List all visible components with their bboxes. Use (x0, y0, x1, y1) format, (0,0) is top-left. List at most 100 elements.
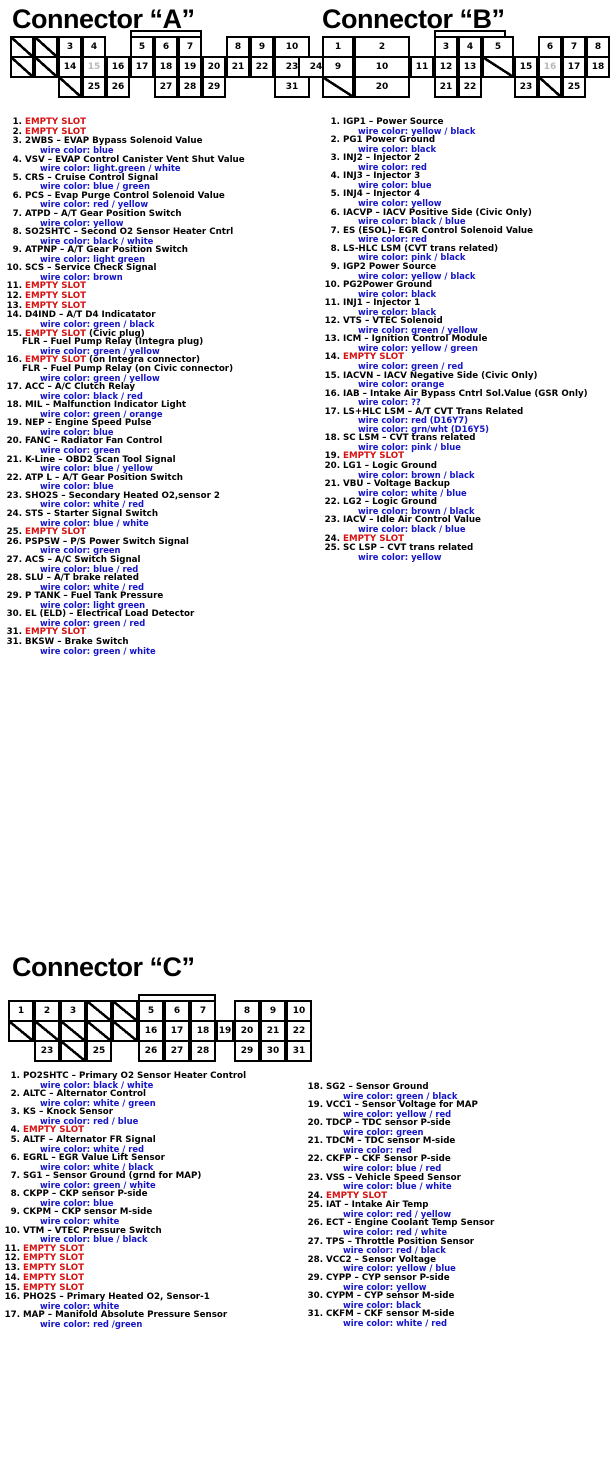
pin-entry: 19. EMPTY SLOT (318, 452, 616, 461)
pin-number: 13. (6, 300, 22, 311)
pin-wire-color: wire color: green / yellow (40, 345, 160, 356)
pin-cell-17: 17 (130, 56, 154, 78)
pin-cell-27: 27 (154, 76, 178, 98)
connector-c-title: Connector “C” (12, 952, 195, 982)
pin-entry: 16. EMPTY SLOT (on Integra connector) FLR… (0, 356, 310, 382)
pin-wire-color: wire color: red / white (343, 1227, 448, 1238)
pin-cell-5: 5 (130, 36, 154, 58)
pin-entry: 23. IACV – Idle Air Control Value wire co… (318, 516, 616, 533)
pin-number: 3. (330, 153, 340, 164)
connector-c-pin-list-left: 1. PO2SHTC – Primary O2 Sensor Heater Co… (0, 1072, 300, 1329)
pin-cell-blank (34, 36, 58, 58)
pin-cell-blank (60, 1040, 86, 1062)
pin-cell-18: 18 (154, 56, 178, 78)
pin-wire-color: wire color: pink / blue (358, 441, 461, 452)
connector-b-pin-grid: 1 2 3 4 5 6 7 8 9 10 11 12 13 15 16 17 18 20 21 22 23 25 (322, 30, 612, 102)
pin-cell-28: 28 (178, 76, 202, 98)
pin-entry: 10. SCS – Service Check Signal wire color… (0, 264, 310, 281)
pin-empty-label: EMPTY SLOT (340, 533, 405, 544)
pin-entry: 3. KS – Knock Sensor wire color: red / bl… (0, 1108, 300, 1125)
pin-wire-color: wire color: blue / green (40, 181, 150, 192)
pin-entry: 28. VCC2 – Sensor Voltage wire color: yel… (303, 1254, 616, 1272)
connector-c-pin-grid: 1 2 3 5 6 7 8 9 10 16 17 18 19 20 21 22 23 25 26 27 28 29 30 31 (8, 994, 312, 1066)
pin-number: 22. (6, 472, 22, 483)
pin-wire-color: wire color: red (343, 1145, 412, 1156)
pin-number: 10. (4, 1225, 20, 1236)
pin-number: 8. (10, 1189, 20, 1200)
pin-wire-color: wire color: light green (40, 599, 146, 610)
pin-empty-label: EMPTY SLOT (20, 1243, 85, 1254)
pin-empty-label: EMPTY SLOT (20, 1253, 85, 1264)
pin-cell-3: 3 (58, 36, 82, 58)
pin-number: 12. (324, 316, 340, 327)
pin-entry: 30. EL (ELD) – Electrical Load Detector w… (0, 610, 310, 627)
pin-wire-color: wire color: light green (40, 253, 146, 264)
pin-number: 2. (10, 1089, 20, 1100)
pin-cell-12: 12 (434, 56, 458, 78)
pin-number: 21. (6, 454, 22, 465)
pin-cell-blank (112, 1020, 138, 1042)
pin-number: 22. (307, 1154, 323, 1165)
pin-entry: 25. IAT – Intake Air Temp wire color: red… (303, 1201, 616, 1218)
pin-number: 27. (6, 554, 22, 565)
pin-cell-3: 3 (60, 1000, 86, 1022)
pin-number: 24. (307, 1190, 323, 1201)
pin-wire-color: wire color: yellow (358, 551, 442, 562)
pin-number: 23. (307, 1172, 323, 1183)
pin-number: 17. (4, 1310, 20, 1321)
pin-number: 8. (330, 243, 340, 254)
pin-entry: 31. BKSW – Brake Switch wire color: green… (0, 638, 310, 655)
pin-wire-color: wire color: yellow (343, 1281, 427, 1292)
pin-main-line: 24. EMPTY SLOT (303, 1190, 616, 1201)
pin-cell-blank (10, 56, 34, 78)
pin-cell-blank (86, 1000, 112, 1022)
pin-wire-color: wire color: red (358, 161, 427, 172)
pin-number: 28. (307, 1254, 323, 1265)
pin-entry: 4. INJ3 – Injector 3 wire color: blue (318, 172, 616, 189)
pin-wire-color: wire color: green (40, 545, 121, 556)
pin-wire-color: wire color: red /green (40, 1319, 143, 1330)
pin-cell-blank (112, 1000, 138, 1022)
pin-entry: 1. EMPTY SLOT (0, 118, 310, 127)
pin-entry: 3. INJ2 – Injector 2 wire color: red (318, 154, 616, 171)
pin-main-line: 12. EMPTY SLOT (0, 1254, 300, 1263)
pin-cell-20: 20 (354, 76, 410, 98)
pin-cell-1: 1 (322, 36, 354, 58)
pin-cell-blank (538, 76, 562, 98)
pin-entry: 24. EMPTY SLOT (318, 533, 616, 544)
pin-entry: 5. ALTF – Alternator FR Signal wire color… (0, 1136, 300, 1153)
pin-entry: 9. CKPM – CKP sensor M-side wire color: w… (0, 1208, 300, 1225)
pin-cell-blank (58, 76, 82, 98)
pin-number: 12. (6, 290, 22, 301)
pin-wire-color: wire color: blue (40, 1198, 114, 1209)
pin-cell-blank (34, 56, 58, 78)
pin-wire-color: wire color: yellow / black (358, 270, 476, 281)
pin-entry: 5. CRS – Cruise Control Signal wire color… (0, 173, 310, 192)
pin-number: 11. (6, 281, 22, 292)
pin-entry: 17. LS+HLC LSM – A/T CVT Trans Related wi… (318, 407, 616, 433)
pin-entry: 7. ES (ESOL)– EGR Control Solenoid Value… (318, 226, 616, 243)
pin-cell-20: 20 (234, 1020, 260, 1042)
pin-empty-label: EMPTY SLOT (323, 1190, 388, 1201)
pin-cell-9: 9 (250, 36, 274, 58)
pin-number: 21. (307, 1136, 323, 1147)
pin-entry: 12. EMPTY SLOT (0, 292, 310, 301)
pin-cell-29: 29 (234, 1040, 260, 1062)
pin-entry: 5. INJ4 – Injector 4 wire color: yellow (318, 190, 616, 207)
pin-number: 7. (12, 208, 22, 219)
pin-cell-7: 7 (178, 36, 202, 58)
pin-cell-18: 18 (190, 1020, 216, 1042)
pin-cell-25: 25 (562, 76, 586, 98)
pin-number: 1. (12, 117, 22, 127)
pin-empty-label: EMPTY SLOT (20, 1263, 85, 1274)
pin-wire-color: wire color: green (40, 445, 121, 456)
pin-wire-color: wire color: yellow (358, 198, 442, 209)
pin-wire-color: wire color: orange (358, 379, 445, 390)
pin-number: 15. (4, 1282, 20, 1293)
pin-number: 29. (307, 1272, 323, 1283)
pin-cell-6: 6 (164, 1000, 190, 1022)
pin-entry: 19. NEP – Engine Speed Pulse wire color: … (0, 419, 310, 436)
pin-wire-color: wire color: green / red (40, 617, 146, 628)
pin-number: 1. (330, 117, 340, 127)
pin-number: 15. (6, 328, 22, 339)
